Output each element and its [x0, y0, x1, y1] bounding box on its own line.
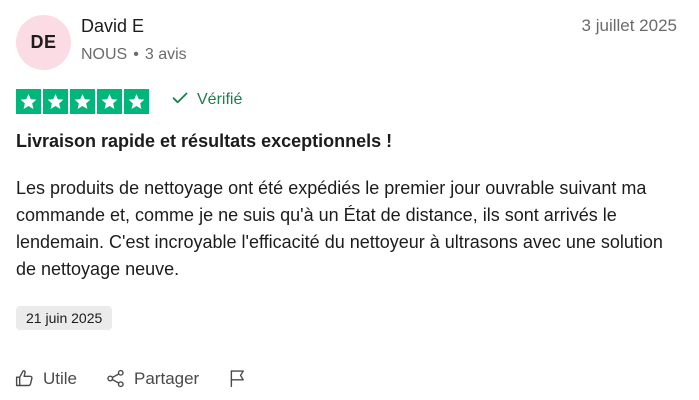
- review-title: Livraison rapide et résultats exceptionn…: [16, 131, 393, 151]
- reviewer-meta: NOUS • 3 avis: [81, 46, 187, 64]
- check-icon: [172, 91, 188, 109]
- review-date: 3 juillet 2025: [581, 16, 677, 35]
- avatar[interactable]: DE: [16, 15, 71, 70]
- review-body: Les produits de nettoyage ont été expédi…: [16, 178, 663, 279]
- star-icon: [43, 89, 68, 114]
- useful-button[interactable]: Utile: [14, 368, 77, 389]
- review-card: DE David E NOUS • 3 avis 3 juillet 2025 …: [0, 0, 699, 400]
- verified-badge[interactable]: Vérifié: [172, 91, 242, 109]
- useful-label: Utile: [43, 368, 78, 388]
- avatar-initials: DE: [30, 32, 57, 52]
- star-icon: [97, 89, 122, 114]
- share-button[interactable]: Partager: [105, 368, 199, 389]
- report-button[interactable]: [227, 368, 248, 389]
- share-icon: [105, 368, 126, 389]
- star-rating: [16, 89, 149, 114]
- reviewer-country: NOUS: [81, 46, 128, 63]
- meta-separator: •: [133, 46, 139, 63]
- verified-label: Vérifié: [197, 91, 243, 108]
- reviewer-review-count: 3 avis: [144, 46, 187, 63]
- experience-date-badge: 21 juin 2025: [16, 306, 113, 330]
- star-icon: [16, 89, 41, 114]
- share-label: Partager: [134, 368, 200, 388]
- star-icon: [70, 89, 95, 114]
- flag-icon: [227, 368, 248, 389]
- thumbs-up-icon: [14, 368, 35, 389]
- star-icon: [124, 89, 149, 114]
- reviewer-name[interactable]: David E: [81, 16, 144, 37]
- review-actions: Utile Partager: [14, 368, 248, 389]
